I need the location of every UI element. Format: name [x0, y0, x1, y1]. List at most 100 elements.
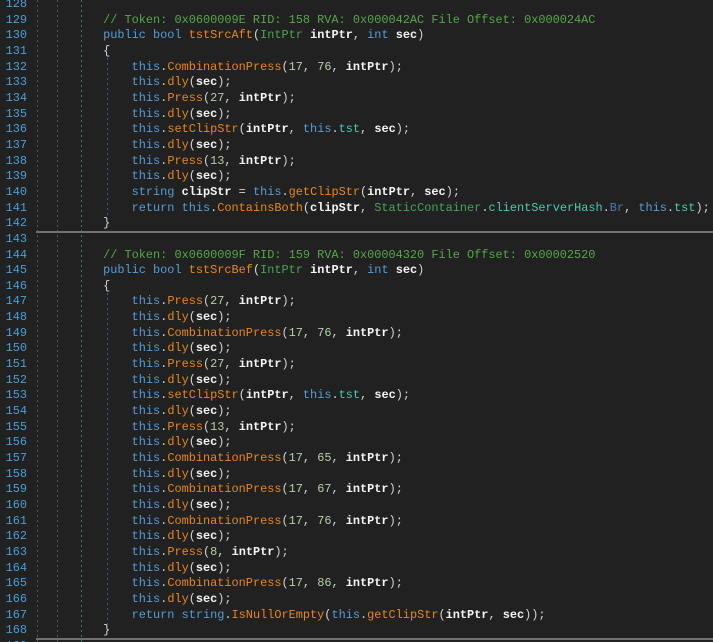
- line-number[interactable]: 150: [0, 341, 27, 357]
- code-line[interactable]: 140 string clipStr = this.getClipStr(int…: [0, 185, 713, 201]
- line-number[interactable]: 153: [0, 388, 27, 404]
- code-line[interactable]: 129 // Token: 0x0600009E RID: 158 RVA: 0…: [0, 13, 713, 29]
- line-number[interactable]: 162: [0, 529, 27, 545]
- code-text: this.setClipStr(intPtr, this.tst, sec);: [46, 122, 410, 138]
- line-number[interactable]: 145: [0, 263, 27, 279]
- line-number[interactable]: 159: [0, 482, 27, 498]
- code-line[interactable]: 136 this.setClipStr(intPtr, this.tst, se…: [0, 122, 713, 138]
- code-line[interactable]: 130 public bool tstSrcAft(IntPtr intPtr,…: [0, 28, 713, 44]
- line-number[interactable]: 142: [0, 216, 27, 232]
- code-line[interactable]: 141 return this.ContainsBoth(clipStr, St…: [0, 201, 713, 217]
- line-number[interactable]: 134: [0, 91, 27, 107]
- code-line[interactable]: 142 }: [0, 216, 713, 232]
- code-token: this: [46, 294, 160, 308]
- line-number[interactable]: 140: [0, 185, 27, 201]
- code-line[interactable]: 158 this.dly(sec);: [0, 467, 713, 483]
- code-line[interactable]: 132 this.CombinationPress(17, 76, intPtr…: [0, 60, 713, 76]
- line-number[interactable]: 151: [0, 357, 27, 373]
- code-line[interactable]: 156 this.dly(sec);: [0, 435, 713, 451]
- line-number[interactable]: 164: [0, 561, 27, 577]
- code-line[interactable]: 151 this.Press(27, intPtr);: [0, 357, 713, 373]
- line-number[interactable]: 139: [0, 169, 27, 185]
- code-line[interactable]: 153 this.setClipStr(intPtr, this.tst, se…: [0, 388, 713, 404]
- code-token: );: [389, 576, 403, 590]
- line-number[interactable]: 152: [0, 373, 27, 389]
- code-line[interactable]: 135 this.dly(sec);: [0, 107, 713, 123]
- code-line[interactable]: 139 this.dly(sec);: [0, 169, 713, 185]
- code-text: // Token: 0x0600009E RID: 158 RVA: 0x000…: [46, 13, 595, 29]
- line-number[interactable]: 167: [0, 608, 27, 624]
- code-line[interactable]: 160 this.dly(sec);: [0, 498, 713, 514]
- code-line[interactable]: 143: [0, 232, 713, 248]
- code-line[interactable]: 137 this.dly(sec);: [0, 138, 713, 154]
- line-number[interactable]: 144: [0, 248, 27, 264]
- line-number[interactable]: 155: [0, 420, 27, 436]
- code-token: intPtr: [346, 326, 389, 340]
- line-number[interactable]: 156: [0, 435, 27, 451]
- code-line[interactable]: 147 this.Press(27, intPtr);: [0, 294, 713, 310]
- code-line[interactable]: 166 this.dly(sec);: [0, 592, 713, 608]
- code-line[interactable]: 148 this.dly(sec);: [0, 310, 713, 326]
- line-number[interactable]: 160: [0, 498, 27, 514]
- code-line[interactable]: 146 {: [0, 279, 713, 295]
- code-line[interactable]: 162 this.dly(sec);: [0, 529, 713, 545]
- line-number[interactable]: 147: [0, 294, 27, 310]
- code-text: return this.ContainsBoth(clipStr, Static…: [46, 201, 710, 217]
- line-number[interactable]: 131: [0, 44, 27, 60]
- line-number[interactable]: 132: [0, 60, 27, 76]
- line-number[interactable]: 141: [0, 201, 27, 217]
- code-line[interactable]: 145 public bool tstSrcBef(IntPtr intPtr,…: [0, 263, 713, 279]
- code-token: intPtr: [239, 91, 282, 105]
- code-token: );: [217, 341, 231, 355]
- code-line[interactable]: 128: [0, 0, 713, 13]
- code-token: dly: [167, 138, 188, 152]
- line-number[interactable]: 129: [0, 13, 27, 29]
- code-line[interactable]: 167 return string.IsNullOrEmpty(this.get…: [0, 608, 713, 624]
- line-number[interactable]: 161: [0, 514, 27, 530]
- line-number[interactable]: 163: [0, 545, 27, 561]
- code-line[interactable]: 131 {: [0, 44, 713, 60]
- code-line[interactable]: 134 this.Press(27, intPtr);: [0, 91, 713, 107]
- line-number[interactable]: 136: [0, 122, 27, 138]
- code-token: IntPtr: [260, 263, 303, 277]
- code-line[interactable]: 159 this.CombinationPress(17, 67, intPtr…: [0, 482, 713, 498]
- code-token: (: [189, 373, 196, 387]
- code-line[interactable]: 164 this.dly(sec);: [0, 561, 713, 577]
- line-number[interactable]: 137: [0, 138, 27, 154]
- code-line[interactable]: 168 }: [0, 623, 713, 639]
- code-line[interactable]: 144 // Token: 0x0600009F RID: 159 RVA: 0…: [0, 248, 713, 264]
- line-number[interactable]: 135: [0, 107, 27, 123]
- code-line[interactable]: 152 this.dly(sec);: [0, 373, 713, 389]
- code-line[interactable]: 138 this.Press(13, intPtr);: [0, 154, 713, 170]
- line-number[interactable]: 165: [0, 576, 27, 592]
- decompiled-code-editor[interactable]: 128129 // Token: 0x0600009E RID: 158 RVA…: [0, 0, 713, 642]
- code-line[interactable]: 154 this.dly(sec);: [0, 404, 713, 420]
- line-number[interactable]: 149: [0, 326, 27, 342]
- line-number[interactable]: 166: [0, 592, 27, 608]
- code-line[interactable]: 149 this.CombinationPress(17, 76, intPtr…: [0, 326, 713, 342]
- line-number[interactable]: 168: [0, 623, 27, 639]
- line-number[interactable]: 157: [0, 451, 27, 467]
- code-token: intPtr: [239, 420, 282, 434]
- code-line[interactable]: 150 this.dly(sec);: [0, 341, 713, 357]
- line-number[interactable]: 143: [0, 232, 27, 248]
- code-line[interactable]: 133 this.dly(sec);: [0, 75, 713, 91]
- code-line[interactable]: 155 this.Press(13, intPtr);: [0, 420, 713, 436]
- line-number[interactable]: 148: [0, 310, 27, 326]
- line-number[interactable]: 158: [0, 467, 27, 483]
- code-line[interactable]: 163 this.Press(8, intPtr);: [0, 545, 713, 561]
- code-token: dly: [167, 310, 188, 324]
- code-token: (: [281, 514, 288, 528]
- code-line[interactable]: 157 this.CombinationPress(17, 65, intPtr…: [0, 451, 713, 467]
- line-number[interactable]: 146: [0, 279, 27, 295]
- code-token: sec: [196, 592, 217, 606]
- line-number[interactable]: 154: [0, 404, 27, 420]
- code-line[interactable]: 161 this.CombinationPress(17, 76, intPtr…: [0, 514, 713, 530]
- code-line[interactable]: 165 this.CombinationPress(17, 86, intPtr…: [0, 576, 713, 592]
- code-token: dly: [167, 467, 188, 481]
- code-token: ): [417, 28, 424, 42]
- line-number[interactable]: 138: [0, 154, 27, 170]
- line-number[interactable]: 133: [0, 75, 27, 91]
- line-number[interactable]: 128: [0, 0, 27, 13]
- line-number[interactable]: 130: [0, 28, 27, 44]
